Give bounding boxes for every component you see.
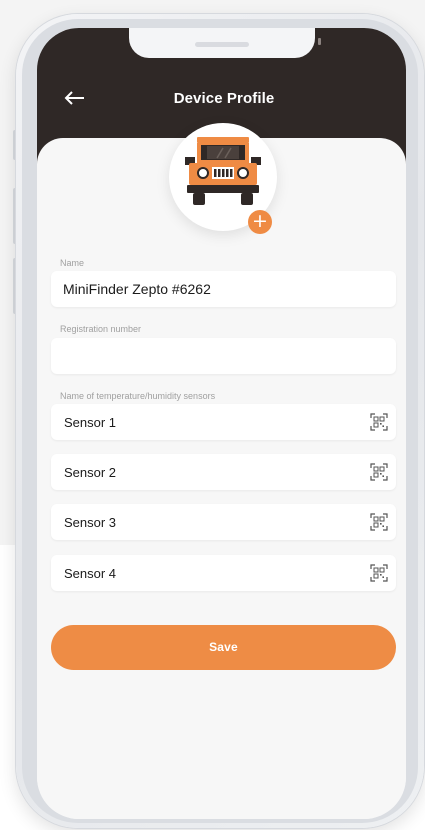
phone-notch [129,28,315,58]
sensor-field-2[interactable]: Sensor 2 [51,454,396,490]
qr-code-icon[interactable] [370,564,388,582]
name-field[interactable]: MiniFinder Zepto #6262 [51,271,396,307]
sensors-label: Name of temperature/humidity sensors [60,391,216,401]
sensor-field-4[interactable]: Sensor 4 [51,555,396,591]
status-indicator [318,38,321,45]
plus-icon[interactable]: + [248,210,272,234]
sensor-field-value: Sensor 1 [64,415,117,430]
name-field-value: MiniFinder Zepto #6262 [63,281,211,297]
save-button[interactable]: Save [51,625,396,670]
qr-code-icon[interactable] [370,413,388,431]
sensor-field-value: Sensor 3 [64,515,117,530]
qr-code-icon[interactable] [370,513,388,531]
page-title: Device Profile [173,90,275,107]
registration-label: Registration number [60,324,142,334]
app-screen: Device Profile + Name MiniFinder Zepto #… [37,28,406,819]
sensor-field-value: Sensor 2 [64,465,117,480]
sensor-field-3[interactable]: Sensor 3 [51,504,396,540]
notch-speaker [195,42,249,47]
registration-field[interactable] [51,338,396,374]
qr-code-icon[interactable] [370,463,388,481]
sensor-field-1[interactable]: Sensor 1 [51,404,396,440]
car-icon [185,137,261,205]
sensor-field-value: Sensor 4 [64,566,117,581]
name-label: Name [60,258,85,268]
